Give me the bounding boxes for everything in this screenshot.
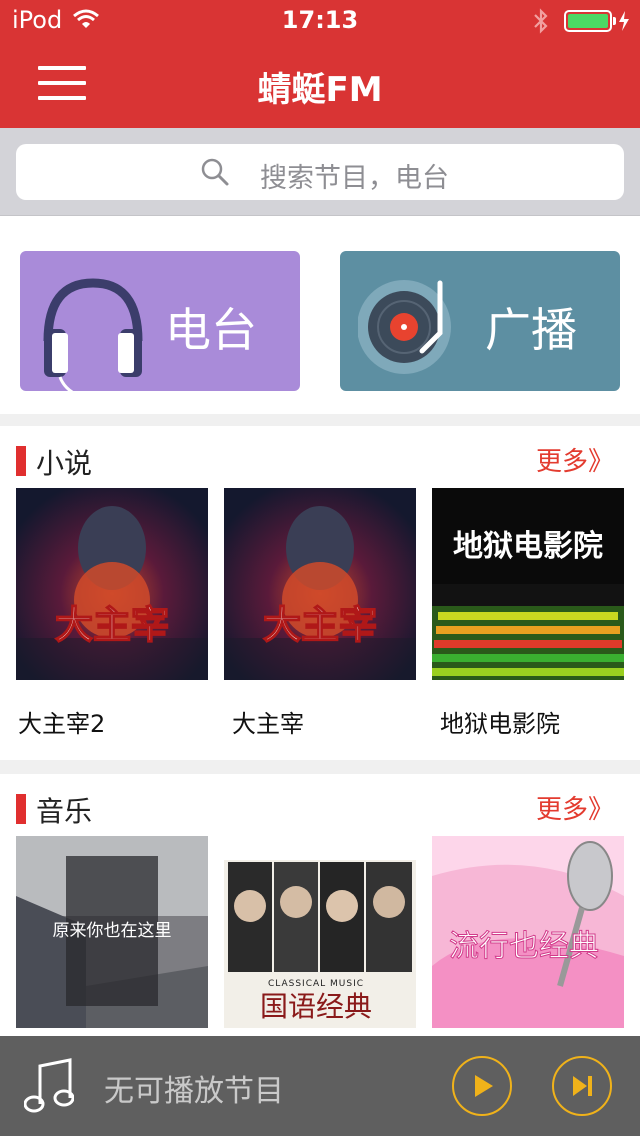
novel-title-1: 大主宰2 <box>18 710 106 738</box>
status-bar: iPod 17:13 <box>0 0 640 40</box>
section-marker <box>16 794 26 824</box>
music-cover-1[interactable]: 原来你也在这里 <box>16 836 208 1028</box>
novel-section-header: 小说 更多》 <box>0 426 640 488</box>
music-cover-3[interactable]: 流行也经典 <box>432 836 624 1028</box>
section-marker <box>16 446 26 476</box>
play-button[interactable] <box>452 1056 512 1116</box>
music-note-icon <box>24 1058 74 1113</box>
broadcast-category-label: 广播 <box>485 303 577 357</box>
radio-category-button[interactable]: 电台 <box>20 251 300 391</box>
novel-cover-2[interactable]: 大主宰 <box>224 488 416 680</box>
headphones-icon <box>43 278 143 391</box>
mini-player: 无可播放节目 <box>0 1036 640 1136</box>
play-icon <box>475 1075 493 1097</box>
search-input[interactable]: 搜索节目，电台 <box>16 144 624 200</box>
charging-bolt-icon <box>619 11 629 31</box>
search-area: 搜索节目，电台 <box>0 128 640 216</box>
novel-cover-1-text: 大主宰 <box>55 602 169 647</box>
music-cover-2[interactable]: CLASSICAL MUSIC 国语经典 <box>224 836 416 1028</box>
novel-more-link[interactable]: 更多》 <box>536 441 614 478</box>
music-cover-1-text: 原来你也在这里 <box>53 921 172 941</box>
music-section-header: 音乐 更多》 <box>0 774 640 836</box>
category-panel: 电台 广播 <box>0 216 640 414</box>
music-more-link[interactable]: 更多》 <box>536 789 614 826</box>
novel-cover-2-text: 大主宰 <box>263 602 377 647</box>
novel-cover-3-text: 地狱电影院 <box>453 529 603 564</box>
music-cover-2-text: 国语经典 <box>260 990 372 1023</box>
music-cover-2-subtext: CLASSICAL MUSIC <box>268 979 364 989</box>
novel-title-3: 地狱电影院 <box>440 710 560 738</box>
novel-section: 小说 更多》 大主宰 大主宰2 大主宰 大主宰 地狱电影院 地狱电影院 <box>0 426 640 760</box>
skip-next-icon <box>573 1076 592 1096</box>
broadcast-category-button[interactable]: 广播 <box>340 251 620 391</box>
novel-section-title: 小说 <box>36 447 93 480</box>
nav-bar: 蜻蜓FM <box>0 40 640 128</box>
battery-cap <box>613 17 616 25</box>
bluetooth-icon <box>534 8 548 34</box>
music-cover-3-text: 流行也经典 <box>449 929 599 964</box>
vinyl-record-icon <box>358 280 451 374</box>
novel-cover-1[interactable]: 大主宰 <box>16 488 208 680</box>
app-title: 蜻蜓FM <box>257 70 383 110</box>
music-section-title: 音乐 <box>36 795 93 828</box>
battery-icon <box>564 10 612 32</box>
novel-title-2: 大主宰 <box>232 710 304 738</box>
next-button[interactable] <box>552 1056 612 1116</box>
search-placeholder: 搜索节目，电台 <box>260 163 449 194</box>
search-icon <box>201 158 229 186</box>
radio-category-label: 电台 <box>165 303 257 357</box>
novel-cover-3[interactable]: 地狱电影院 <box>432 488 624 680</box>
player-status: 无可播放节目 <box>104 1074 284 1109</box>
music-section: 音乐 更多》 原来你也在这里 CLASSICAL MUSIC 国语经典 流行也经… <box>0 774 640 1036</box>
